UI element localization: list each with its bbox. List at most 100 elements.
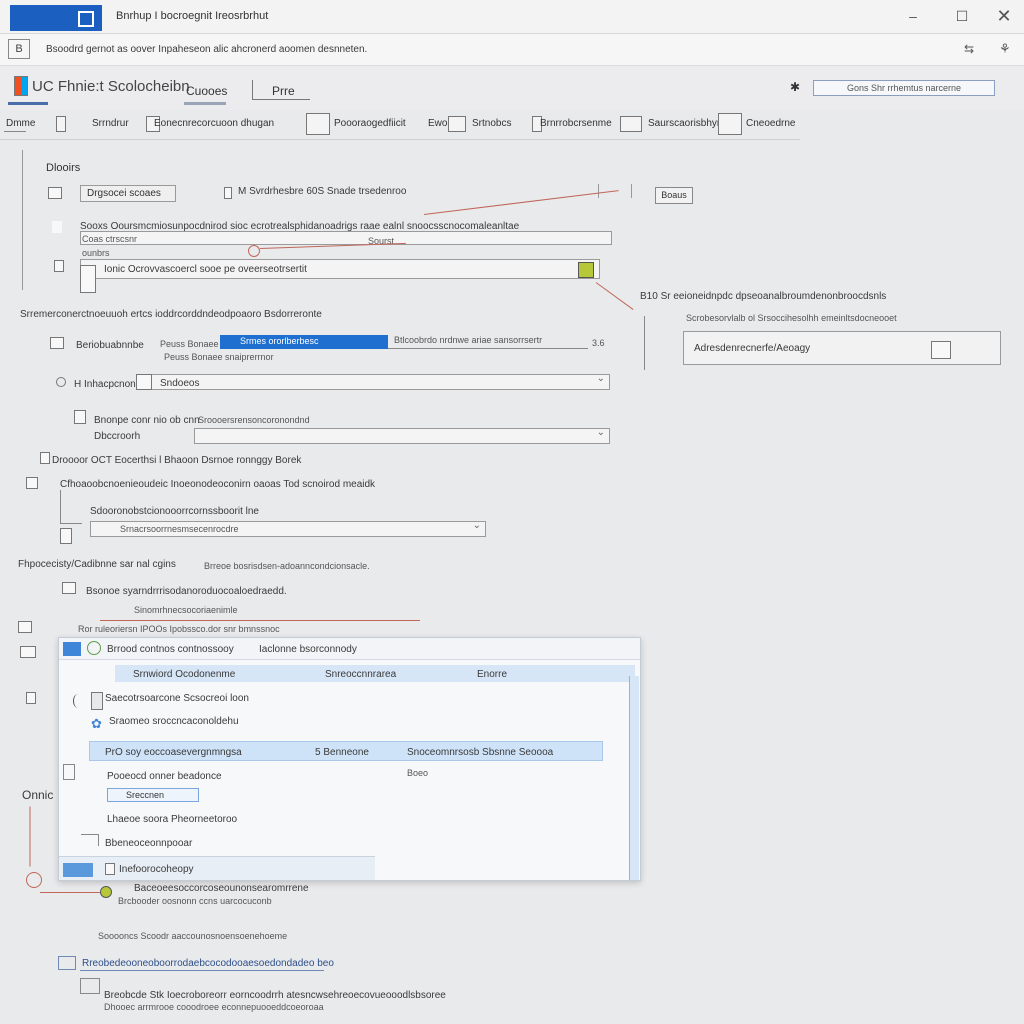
- popup-tab-b[interactable]: Snreoccnnrarea: [325, 669, 396, 680]
- brand-title: UC Fhnie:t Scolocheibn: [32, 78, 190, 95]
- side-icon-a: [20, 646, 36, 658]
- tool-srtnobcs[interactable]: Srtnobcs: [472, 118, 511, 129]
- annotation-line: [423, 190, 619, 215]
- text-field-a[interactable]: [80, 231, 612, 245]
- popup-row3: Pooeocd onner beadonce: [107, 771, 222, 782]
- primary-button[interactable]: Drgsocei scoaes: [80, 185, 176, 202]
- lower-footer1: Breobcde Stk Ioecroboreorr eorncoodrrh a…: [104, 990, 446, 1001]
- item-b-hint: Dbccroorh: [94, 431, 141, 442]
- side-icon-b: [26, 692, 36, 704]
- s4-row-checkbox[interactable]: [18, 621, 32, 633]
- tab-cuooes[interactable]: Cuooes: [186, 84, 227, 100]
- marker-circle-icon: [26, 872, 42, 888]
- lower-link-row[interactable]: Rreobedeooneoboorrodaebcocodooaesoedonda…: [82, 958, 334, 969]
- popup-footer-checkbox[interactable]: [105, 863, 115, 875]
- s3-dropdown-value: Srnacrsoorrnesmsecenrocdre: [120, 524, 239, 534]
- popup-title-right: Iaclonne bsorconnody: [259, 644, 357, 655]
- lower-footer2: Dhooec arrmrooe cooodroee econnepuooeddc…: [104, 1002, 324, 1012]
- tab-prre[interactable]: Prre: [272, 84, 295, 100]
- tool-eonecn[interactable]: Eonecnrecorcuoon dhugan: [154, 118, 274, 129]
- popup-footer-icon: [63, 863, 93, 877]
- popup-scrollbar[interactable]: [629, 676, 639, 880]
- progress-fill[interactable]: Srmes ororlberbesc: [220, 335, 388, 349]
- app-icon[interactable]: [10, 5, 102, 31]
- item-a-dropdown[interactable]: [136, 373, 610, 390]
- address-bar: B Bsoodrd gernot as oover Inpaheseon ali…: [0, 34, 1024, 66]
- tool-saurscao[interactable]: Saurscaorisbhyrt: [648, 118, 723, 129]
- help-icon[interactable]: ⚘: [999, 41, 1013, 56]
- popup-sel-hint: Boeo: [407, 768, 429, 778]
- box-icon: [448, 116, 466, 132]
- warning-icon[interactable]: [578, 262, 594, 278]
- minimize-button[interactable]: –: [902, 6, 924, 26]
- maximize-button[interactable]: ☐: [951, 6, 973, 26]
- table-icon: [718, 113, 742, 135]
- radio-a[interactable]: [56, 377, 66, 387]
- popup-dialog: Brrood contnos contnossooy Iaclonne bsor…: [58, 637, 641, 881]
- close-button[interactable]: ✕: [993, 6, 1015, 26]
- s4-checkbox[interactable]: [62, 582, 76, 594]
- popup-header: Brrood contnos contnossooy Iaclonne bsor…: [59, 638, 640, 660]
- item-a-icon: [136, 374, 152, 390]
- desc-checkbox[interactable]: [224, 187, 232, 199]
- s4-line: Ror ruleoriersn IPOOs Ipobssco.dor snr b…: [78, 624, 280, 634]
- tool-cneoedrne[interactable]: Cneoedrne: [746, 118, 795, 129]
- popup-tab-a[interactable]: Srnwiord Ocodonenme: [133, 669, 235, 680]
- popup-footer: Inefoorocoheopy: [59, 856, 375, 880]
- item-b-label: Bnonpe conr nio ob cnn: [94, 415, 200, 426]
- annotation-line-3: [595, 282, 634, 310]
- section3-checkbox[interactable]: [40, 452, 50, 464]
- favorite-icon[interactable]: ✱: [790, 80, 800, 94]
- item-a-label: H Inhacpcnon: [74, 379, 136, 390]
- s3-checkbox[interactable]: [26, 477, 38, 489]
- search-input[interactable]: Gons Shr rrhemtus narcerne: [813, 80, 995, 96]
- side-label: Onnic: [22, 788, 54, 802]
- s4-link[interactable]: Sinomrhnecsocoriaenimle: [134, 605, 238, 615]
- control-checkbox[interactable]: [50, 337, 64, 349]
- title-bar: Bnrhup I bocroegnit Ireosrbrhut – ☐ ✕: [0, 0, 1024, 34]
- confirm-button[interactable]: Boaus: [655, 187, 693, 204]
- tool-pooraog[interactable]: Poooraogedfiicit: [334, 118, 406, 129]
- annotation-line-5: [29, 806, 31, 867]
- popup-tab-c[interactable]: Enorre: [477, 669, 507, 680]
- section4-desc: Brreoe bosrisdsen-adoanncondcionsacle.: [204, 561, 370, 571]
- primary-desc: M Svrdrhesbre 60S Snade trsedenroo: [238, 186, 407, 197]
- pages-icon: [306, 113, 330, 135]
- share-icon[interactable]: ⇆: [964, 42, 978, 56]
- s3-row-icon: [60, 528, 72, 544]
- popup-title: Brrood contnos contnossooy: [107, 644, 234, 655]
- row-handle[interactable]: [80, 265, 96, 293]
- header-row: UC Fhnie:t Scolocheibn Cuooes Prre ✱ Gon…: [0, 66, 1024, 110]
- section-title: Dlooirs: [46, 162, 81, 174]
- lower-line2: Brcbooder oosnonn ccns uarcocuconb: [118, 896, 272, 906]
- tool-ewo[interactable]: Ewo: [428, 118, 447, 129]
- popup-tree-line: [81, 834, 99, 846]
- section3-title: Droooor OCT Eocerthsi l Bhaoon Dsrnoe ro…: [52, 455, 302, 466]
- slider-desc: Btlcoobrdo nrdnwe ariae sansorrsertr: [394, 335, 543, 345]
- popup-row5: Bbeneoceonnpooar: [105, 838, 193, 849]
- tool-dmme[interactable]: Dmme: [6, 118, 35, 129]
- item-b-dropdown[interactable]: [194, 427, 610, 444]
- section4-title: Fhpocecisty/Cadibnne sar nal cgins: [18, 559, 176, 570]
- popup-sel-mid: 5 Benneone: [315, 747, 369, 758]
- section2-title: Srremerconerctnoeuuoh ertcs ioddrcorddnd…: [20, 309, 322, 320]
- annotation-line-6: [40, 892, 100, 893]
- row-checkbox[interactable]: [48, 187, 62, 199]
- note-right-1: B10 Sr eeioneidnpdc dpseoanalbroumdenonb…: [640, 291, 887, 302]
- slider-max: 3.6: [592, 338, 605, 348]
- expand-icon[interactable]: [52, 221, 62, 233]
- popup-input[interactable]: Sreccnen: [107, 788, 199, 802]
- popup-row4: Lhaeoe soora Pheorneetoroo: [107, 814, 238, 825]
- tool-brnrrobc[interactable]: Brnrrobcrsenme: [540, 118, 612, 129]
- page-icon: [56, 116, 66, 132]
- popup-row1-icon: [91, 692, 103, 710]
- right-panel-checkbox[interactable]: [931, 341, 951, 359]
- image-icon: [620, 116, 642, 132]
- item-b-icon: [74, 410, 86, 424]
- status-dot-icon: [100, 886, 112, 898]
- row-toggle[interactable]: [54, 260, 64, 272]
- s3-tree-line: [60, 490, 82, 524]
- tool-srrndrur[interactable]: Srrndrur: [92, 118, 129, 129]
- popup-footer-label: Inefoorocoheopy: [119, 864, 194, 875]
- note-right-2: Scrobesorvlalb ol Srsoccihesolhh emeinlt…: [686, 313, 897, 323]
